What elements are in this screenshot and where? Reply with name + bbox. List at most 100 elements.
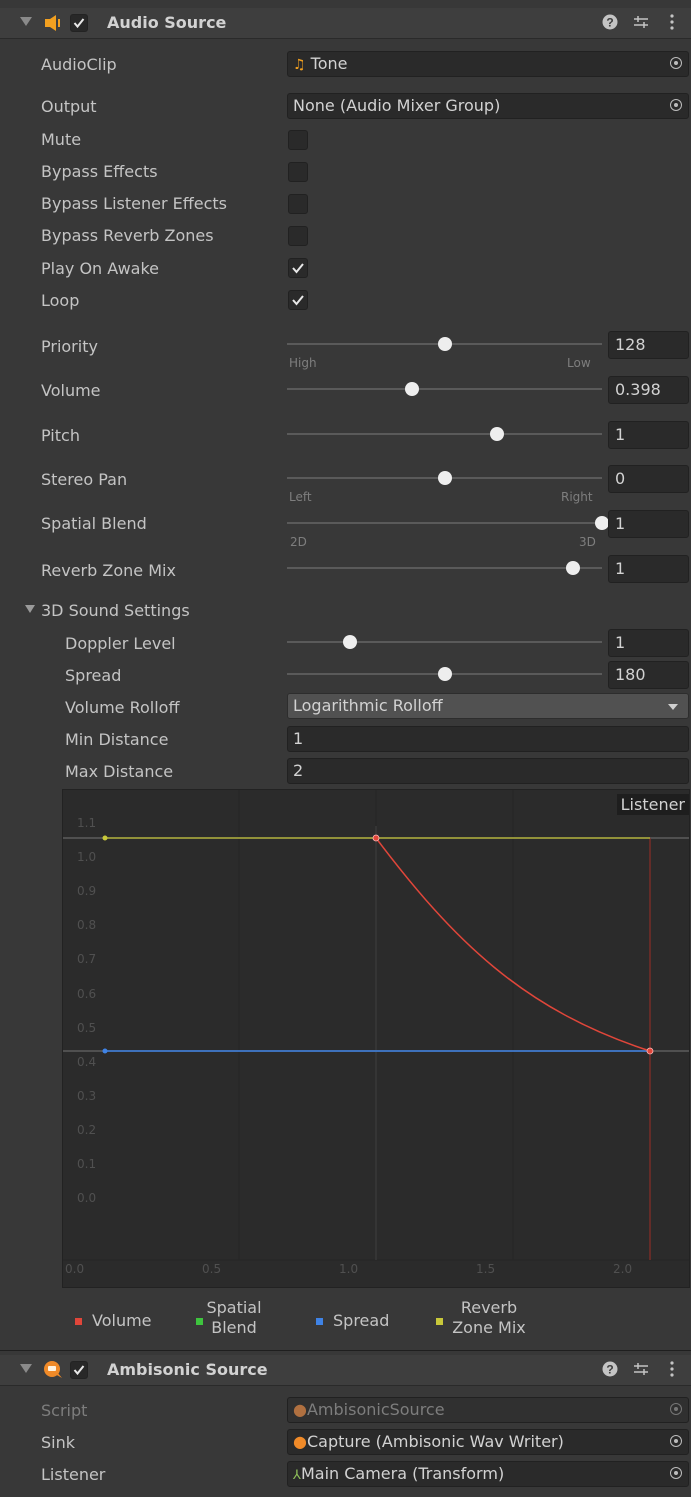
volume-key-point[interactable] bbox=[372, 834, 380, 842]
y-tick-label: 0.0 bbox=[77, 1191, 97, 1206]
min-distance-label: Min Distance bbox=[65, 730, 169, 749]
stereo-pan-value-field[interactable]: 0 bbox=[608, 465, 689, 493]
reverb-zone-mix-label: Reverb Zone Mix bbox=[41, 561, 176, 580]
audioclip-field[interactable]: ♫ Tone bbox=[287, 51, 689, 77]
ambisonic-source-enabled-checkbox[interactable] bbox=[70, 1361, 88, 1379]
3d-sound-settings-header[interactable]: 3D Sound Settings bbox=[41, 601, 190, 620]
ambisonic-source-header[interactable]: Ambisonic Source ? bbox=[0, 1355, 691, 1386]
y-tick-label: 1.0 bbox=[77, 850, 97, 865]
doppler-level-label: Doppler Level bbox=[65, 634, 176, 653]
transform-icon: ⅄ bbox=[293, 1468, 301, 1483]
legend-label: Spatial Blend bbox=[206, 1298, 262, 1337]
kebab-menu-icon[interactable] bbox=[668, 1360, 676, 1382]
volume-slider-knob[interactable] bbox=[405, 382, 420, 396]
spread-slider-knob[interactable] bbox=[437, 667, 452, 681]
rolloff-curve-graph bbox=[63, 790, 689, 1261]
sink-label: Sink bbox=[41, 1433, 76, 1452]
stereo-pan-label: Stereo Pan bbox=[41, 470, 128, 489]
spatial-blend-min-label: 2D bbox=[290, 535, 307, 549]
stereo-pan-slider-knob[interactable] bbox=[437, 471, 452, 485]
play-on-awake-label: Play On Awake bbox=[41, 259, 159, 278]
min-distance-field[interactable]: 1 bbox=[287, 726, 689, 752]
spread-value-field[interactable]: 180 bbox=[608, 661, 689, 689]
help-icon[interactable]: ? bbox=[601, 1360, 619, 1382]
object-picker-icon[interactable] bbox=[670, 1467, 682, 1479]
volume-label: Volume bbox=[41, 381, 101, 400]
y-tick-label: 0.8 bbox=[77, 918, 97, 933]
audio-source-enabled-checkbox[interactable] bbox=[70, 14, 88, 32]
bypass-listener-effects-checkbox[interactable] bbox=[288, 194, 308, 214]
bypass-reverb-zones-checkbox[interactable] bbox=[288, 226, 308, 246]
x-tick-label: 0.5 bbox=[202, 1262, 222, 1276]
reverb-zone-mix-value-field[interactable]: 1 bbox=[608, 555, 689, 583]
checkmark-icon bbox=[292, 295, 304, 306]
checkmark-icon bbox=[292, 263, 304, 274]
spatial-blend-max-label: 3D bbox=[579, 535, 596, 549]
sink-field[interactable]: ●Capture (Ambisonic Wav Writer) bbox=[287, 1429, 689, 1455]
volume-slider-track[interactable] bbox=[287, 388, 602, 390]
foldout-arrow-icon[interactable] bbox=[20, 1364, 32, 1373]
y-tick-label: 1.1 bbox=[77, 816, 97, 830]
audio-source-header[interactable]: Audio Source ? bbox=[0, 8, 691, 39]
svg-text:?: ? bbox=[606, 16, 613, 30]
bypass-effects-label: Bypass Effects bbox=[41, 162, 158, 181]
max-distance-field[interactable]: 2 bbox=[287, 758, 689, 784]
priority-value-field[interactable]: 128 bbox=[608, 331, 689, 359]
spatial-blend-value-field[interactable]: 1 bbox=[608, 510, 689, 538]
listener-value: Main Camera (Transform) bbox=[300, 1464, 505, 1483]
volume-key-point[interactable] bbox=[646, 1047, 654, 1055]
spatial-blend-slider-knob[interactable] bbox=[595, 516, 609, 530]
bypass-effects-checkbox[interactable] bbox=[288, 162, 308, 182]
pitch-slider-knob[interactable] bbox=[490, 427, 505, 441]
spatial-blend-slider-track[interactable] bbox=[287, 522, 602, 524]
reverb-key-point[interactable] bbox=[102, 835, 108, 841]
rolloff-graph[interactable]: 1.1 1.0 0.9 0.8 0.7 0.6 0.5 0.4 0.3 0.2 0.1 0.0 0.0… bbox=[62, 789, 690, 1288]
spread-label: Spread bbox=[65, 666, 122, 685]
audioclip-label: AudioClip bbox=[41, 55, 117, 74]
y-tick-label: 0.7 bbox=[77, 952, 97, 967]
foldout-arrow-icon[interactable] bbox=[20, 17, 32, 26]
spread-key-point[interactable] bbox=[102, 1048, 108, 1054]
priority-max-label: Low bbox=[567, 356, 591, 370]
play-on-awake-checkbox[interactable] bbox=[288, 258, 308, 278]
reverb-zone-mix-slider-knob[interactable] bbox=[566, 561, 581, 575]
bypass-reverb-zones-label: Bypass Reverb Zones bbox=[41, 226, 214, 245]
sink-value: Capture (Ambisonic Wav Writer) bbox=[306, 1432, 564, 1451]
kebab-menu-icon[interactable] bbox=[668, 13, 676, 35]
loop-checkbox[interactable] bbox=[288, 290, 308, 310]
doppler-value-field[interactable]: 1 bbox=[608, 629, 689, 657]
object-picker-icon[interactable] bbox=[670, 99, 682, 111]
svg-text:?: ? bbox=[606, 1363, 613, 1377]
output-field[interactable]: None (Audio Mixer Group) bbox=[287, 93, 689, 119]
volume-rolloff-label: Volume Rolloff bbox=[65, 698, 180, 717]
y-tick-label: 0.2 bbox=[77, 1122, 97, 1137]
priority-slider-knob[interactable] bbox=[437, 337, 452, 351]
volume-value-field[interactable]: 0.398 bbox=[608, 376, 689, 404]
pitch-value-field[interactable]: 1 bbox=[608, 421, 689, 449]
object-picker-icon[interactable] bbox=[670, 1435, 682, 1447]
y-tick-label: 0.1 bbox=[77, 1157, 97, 1171]
help-icon[interactable]: ? bbox=[601, 13, 619, 35]
volume-rolloff-dropdown[interactable]: Logarithmic Rolloff bbox=[287, 693, 689, 719]
doppler-slider-track[interactable] bbox=[287, 641, 602, 643]
doppler-slider-knob[interactable] bbox=[343, 635, 357, 649]
priority-label: Priority bbox=[41, 337, 98, 356]
priority-min-label: High bbox=[289, 356, 317, 370]
pitch-slider-track[interactable] bbox=[287, 433, 602, 435]
mute-checkbox[interactable] bbox=[288, 130, 308, 150]
dropdown-arrow-icon bbox=[668, 704, 678, 710]
music-note-icon: ♫ bbox=[293, 57, 306, 73]
script-field: ●AmbisonicSource bbox=[287, 1397, 689, 1423]
presets-icon[interactable] bbox=[632, 13, 650, 35]
object-picker-icon bbox=[670, 1403, 682, 1415]
reverb-zone-mix-slider-track[interactable] bbox=[287, 567, 602, 569]
object-picker-icon[interactable] bbox=[670, 57, 682, 69]
spatial-blend-label: Spatial Blend bbox=[41, 514, 147, 533]
volume-rolloff-value: Logarithmic Rolloff bbox=[293, 696, 443, 715]
x-tick-label: 2.0 bbox=[613, 1262, 633, 1276]
y-tick-label: 0.3 bbox=[77, 1088, 97, 1103]
presets-icon[interactable] bbox=[632, 1360, 650, 1382]
legend-label: Reverb Zone Mix bbox=[452, 1298, 526, 1337]
listener-field[interactable]: ⅄Main Camera (Transform) bbox=[287, 1461, 689, 1487]
3d-sound-foldout-icon[interactable] bbox=[25, 605, 35, 613]
